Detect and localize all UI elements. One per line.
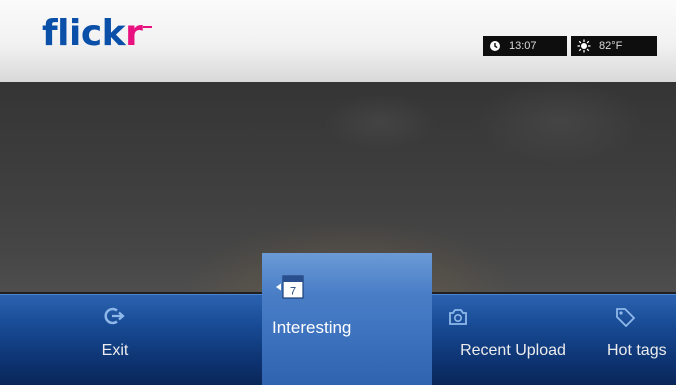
clock-display: 13:07 <box>483 36 567 56</box>
header-bar: flickr 13:07 82°F <box>0 0 676 82</box>
logo-text-blue: flick <box>42 13 126 54</box>
exit-icon <box>55 306 175 326</box>
tag-icon <box>596 306 676 328</box>
menu-item-label: Hot tags <box>607 342 667 359</box>
menu-item-exit[interactable]: Exit <box>55 294 175 385</box>
menu-item-interesting[interactable]: 7 Interesting <box>262 253 432 385</box>
weather-temperature: 82°F <box>599 40 623 52</box>
clock-icon <box>489 40 501 52</box>
menu-item-label: Recent Upload <box>460 342 566 359</box>
menu-item-recent-upload[interactable]: Recent Upload <box>434 294 592 385</box>
logo-trademark-mark <box>143 26 153 28</box>
weather-display: 82°F <box>571 36 657 56</box>
sun-icon <box>577 39 591 53</box>
flickr-logo: flickr <box>42 13 153 54</box>
flickr-home-screen: flickr 13:07 82°F Exit 7 Interesting Rec… <box>0 0 676 385</box>
menu-item-hot-tags[interactable]: Hot tags <box>596 294 676 385</box>
menu-item-label: Exit <box>101 342 129 359</box>
calendar-icon: 7 <box>274 273 306 306</box>
clock-time: 13:07 <box>509 40 537 52</box>
photo-upload-icon <box>434 306 592 326</box>
menu-item-label: Interesting <box>272 318 352 337</box>
svg-text:7: 7 <box>290 286 296 298</box>
logo-text-pink: r <box>125 13 143 54</box>
